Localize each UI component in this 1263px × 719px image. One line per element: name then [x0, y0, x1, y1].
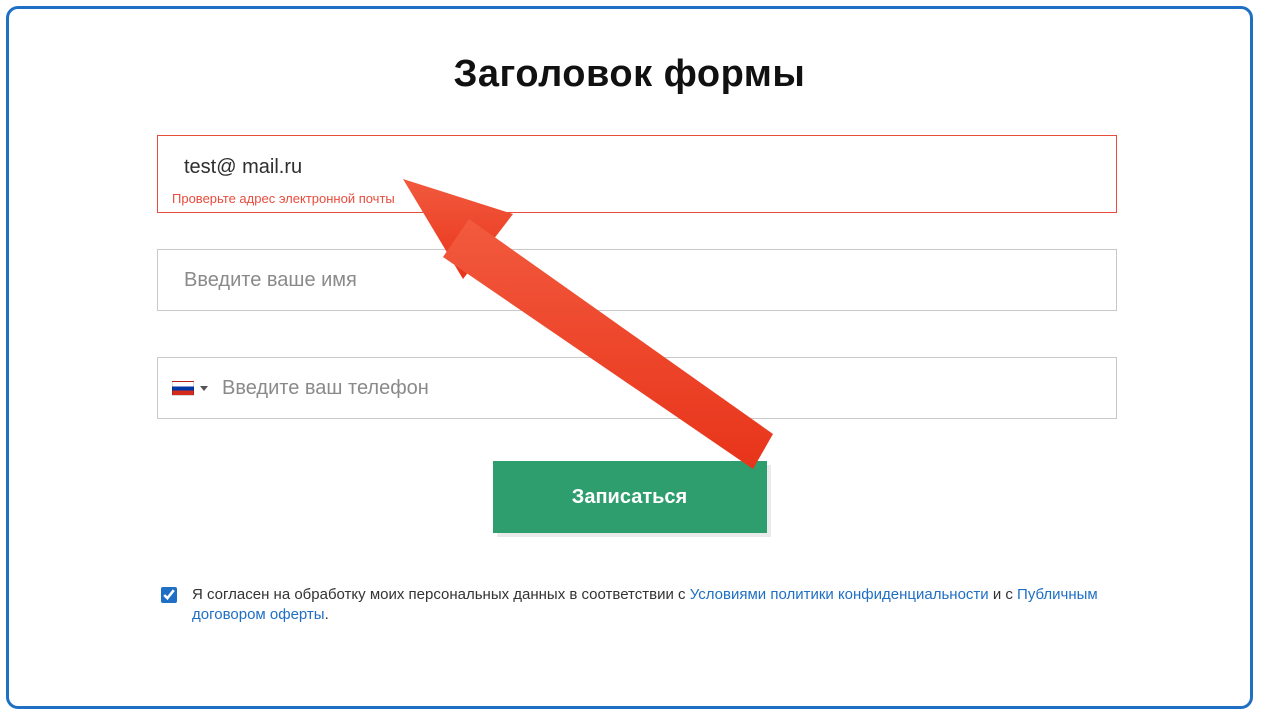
phone-input[interactable]	[208, 358, 1116, 418]
email-input[interactable]	[158, 136, 1116, 188]
flag-ru-icon	[172, 381, 194, 396]
email-field[interactable]: Проверьте адрес электронной почты	[157, 135, 1117, 213]
chevron-down-icon	[200, 386, 208, 391]
consent-suffix: .	[325, 606, 329, 623]
form-frame: Заголовок формы Проверьте адрес электрон…	[6, 6, 1253, 709]
form-title: Заголовок формы	[9, 53, 1250, 96]
email-input-wrap	[158, 136, 1116, 188]
country-selector[interactable]	[158, 358, 208, 418]
annotation-arrow-icon	[403, 179, 803, 489]
consent-row: Я согласен на обработку моих персональны…	[157, 585, 1110, 626]
submit-button[interactable]: Записаться	[493, 461, 767, 533]
consent-checkbox[interactable]	[161, 587, 177, 603]
email-error-text: Проверьте адрес электронной почты	[172, 191, 395, 206]
consent-text: Я согласен на обработку моих персональны…	[192, 585, 1110, 626]
phone-field[interactable]	[157, 357, 1117, 419]
consent-prefix: Я согласен на обработку моих персональны…	[192, 586, 690, 603]
privacy-policy-link[interactable]: Условиями политики конфиденциальности	[690, 586, 989, 603]
name-input[interactable]	[158, 250, 1116, 310]
consent-mid: и с	[989, 586, 1017, 603]
name-field[interactable]	[157, 249, 1117, 311]
